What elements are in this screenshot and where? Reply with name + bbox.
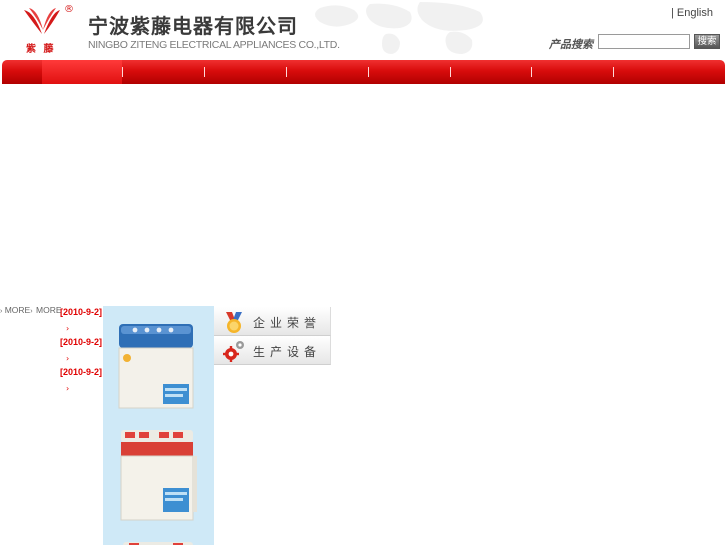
nav-item-7[interactable] — [532, 60, 612, 84]
search-button[interactable]: 搜索 — [694, 34, 720, 49]
main-nav — [2, 60, 725, 84]
washing-machine-icon — [123, 542, 193, 545]
nav-divider — [613, 67, 614, 77]
nav-item-8[interactable] — [614, 60, 694, 84]
company-name-cn: 宁波紫藤电器有限公司 — [88, 14, 298, 38]
quick-link-label: 生产设备 — [253, 345, 322, 359]
medal-icon — [226, 312, 242, 333]
nav-divider — [286, 67, 287, 77]
search-label: 产品搜索 — [549, 38, 593, 51]
nav-item-4[interactable] — [287, 60, 367, 84]
banner-area — [0, 84, 727, 304]
logo-text: 紫 藤 — [26, 44, 56, 55]
washing-machine-blue-icon — [118, 324, 194, 409]
news-date[interactable]: [2010-9-2] — [60, 337, 102, 347]
product-item[interactable] — [103, 426, 214, 524]
product-item[interactable] — [103, 536, 214, 545]
arrow-icon: › — [0, 308, 3, 315]
more-link[interactable]: MORE — [36, 305, 62, 315]
nav-divider — [531, 67, 532, 77]
company-logo[interactable]: 紫 藤 ® — [20, 4, 78, 56]
equipment-link[interactable]: 生产设备 — [214, 336, 331, 365]
page: 紫 藤 ® 宁波紫藤电器有限公司 NINGBO ZITENG ELECTRICA… — [0, 0, 727, 545]
news-date[interactable]: [2010-9-2] — [60, 367, 102, 377]
nav-item-home[interactable] — [42, 60, 122, 84]
nav-item-5[interactable] — [369, 60, 449, 84]
gears-icon — [223, 341, 244, 362]
nav-divider — [122, 67, 123, 77]
news-arrow-icon[interactable]: › — [66, 324, 69, 333]
washing-machine-red-icon — [120, 430, 197, 521]
nav-divider — [450, 67, 451, 77]
news-arrow-icon[interactable]: › — [66, 384, 69, 393]
nav-item-2[interactable] — [123, 60, 203, 84]
more-link[interactable]: › MORE› — [0, 305, 33, 315]
honors-link[interactable]: 企业荣誉 — [214, 307, 331, 336]
english-link[interactable]: | English — [671, 7, 713, 19]
world-map-decoration — [315, 2, 483, 54]
arrow-icon: › — [30, 308, 33, 315]
header: 紫 藤 ® 宁波紫藤电器有限公司 NINGBO ZITENG ELECTRICA… — [0, 0, 727, 60]
news-arrow-icon[interactable]: › — [66, 354, 69, 363]
search-input[interactable] — [598, 34, 690, 49]
nav-divider — [204, 67, 205, 77]
nav-divider — [368, 67, 369, 77]
news-date[interactable]: [2010-9-2] — [60, 307, 102, 317]
nav-item-3[interactable] — [205, 60, 285, 84]
quick-link-label: 企业荣誉 — [253, 316, 322, 330]
nav-item-6[interactable] — [451, 60, 531, 84]
product-showcase — [103, 306, 214, 545]
product-item[interactable] — [103, 314, 214, 414]
more-link-label: MORE — [4, 305, 31, 315]
news-column: › MORE› MORE [2010-9-2] › [2010-9-2] › [… — [0, 300, 104, 545]
company-name-en: NINGBO ZITENG ELECTRICAL APPLIANCES CO.,… — [88, 39, 340, 51]
registered-mark: ® — [64, 4, 74, 15]
